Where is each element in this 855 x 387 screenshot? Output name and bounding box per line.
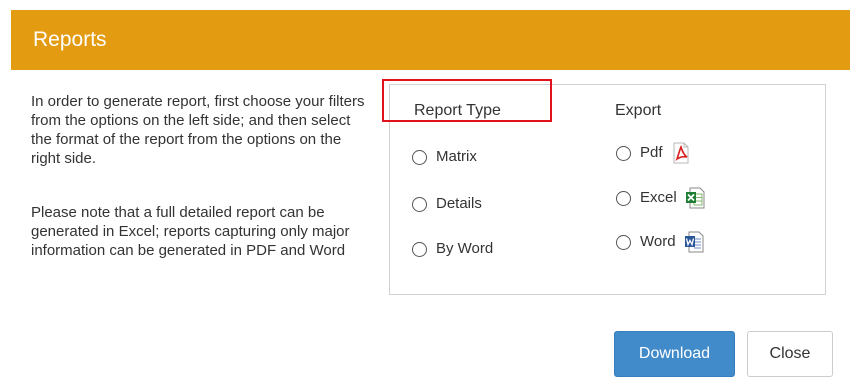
download-button[interactable]: Download <box>614 331 735 377</box>
radio-button[interactable] <box>616 234 631 250</box>
intro-paragraph-formats: Please note that a full detailed report … <box>31 204 350 259</box>
radio-label-word: Word <box>640 233 676 250</box>
radio-report-matrix[interactable]: Matrix <box>412 147 477 167</box>
radio-export-pdf[interactable]: Pdf <box>616 142 691 164</box>
radio-export-excel[interactable]: Excel <box>616 187 705 209</box>
reports-dialog: Reports In order to generate report, fir… <box>0 0 855 387</box>
radio-label-by-word: By Word <box>436 240 494 257</box>
radio-export-word[interactable]: Word <box>616 231 704 253</box>
close-button[interactable]: Close <box>747 331 833 377</box>
word-file-icon <box>684 231 704 253</box>
pdf-file-icon <box>673 142 689 164</box>
radio-label-details: Details <box>436 195 482 212</box>
radio-button[interactable] <box>616 190 631 206</box>
intro-paragraph-filters: In order to generate report, first choos… <box>31 93 365 167</box>
excel-file-icon <box>685 187 705 209</box>
radio-button[interactable] <box>412 196 427 212</box>
radio-label-excel: Excel <box>640 189 677 206</box>
export-heading: Export <box>615 102 662 119</box>
radio-report-by-word[interactable]: By Word <box>412 239 493 259</box>
radio-button[interactable] <box>616 145 631 161</box>
dialog-header: Reports <box>11 10 850 70</box>
radio-button[interactable] <box>412 149 427 165</box>
report-type-highlight <box>382 79 552 122</box>
radio-label-matrix: Matrix <box>436 148 477 165</box>
radio-report-details[interactable]: Details <box>412 194 482 214</box>
dialog-title: Reports <box>33 28 107 51</box>
radio-button[interactable] <box>412 241 427 257</box>
radio-label-pdf: Pdf <box>640 144 663 161</box>
